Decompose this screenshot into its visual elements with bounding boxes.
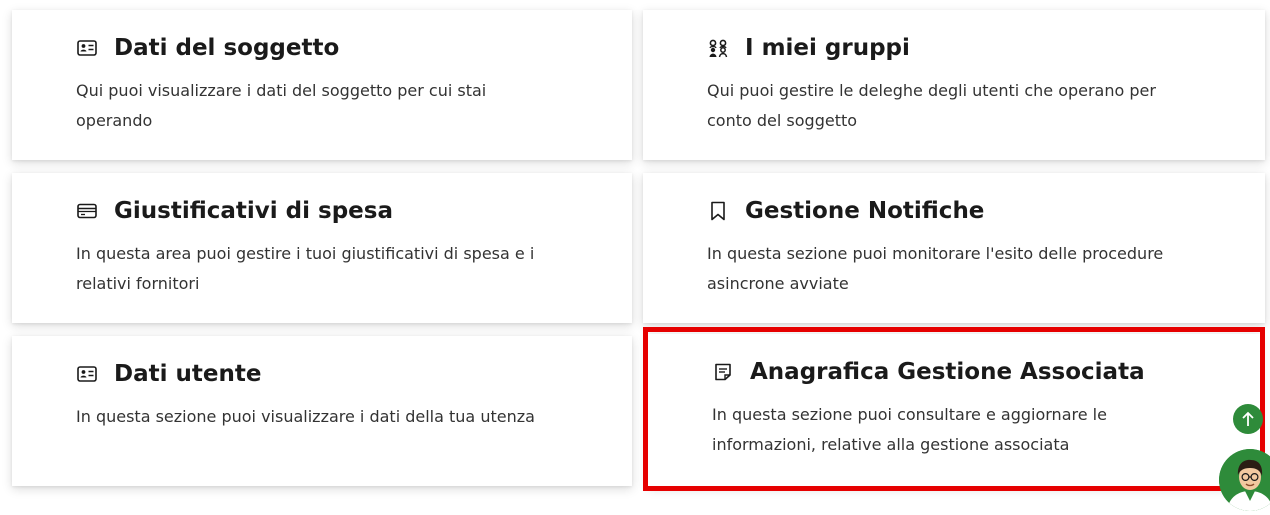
id-card-icon bbox=[76, 363, 98, 385]
group-icon bbox=[707, 37, 729, 59]
card-title-anagrafica-gestione-associata: Anagrafica Gestione Associata bbox=[750, 359, 1145, 385]
scroll-top-button[interactable] bbox=[1233, 404, 1263, 434]
card-description-anagrafica-gestione-associata: In questa sezione puoi consultare e aggi… bbox=[712, 405, 1107, 454]
card-miei-gruppi[interactable]: I miei gruppi Qui puoi gestire le delegh… bbox=[643, 10, 1265, 160]
assistant-avatar-icon bbox=[1219, 449, 1270, 511]
card-dati-utente[interactable]: Dati utente In questa sezione puoi visua… bbox=[12, 336, 632, 486]
card-dati-soggetto[interactable]: Dati del soggetto Qui puoi visualizzare … bbox=[12, 10, 632, 160]
card-title-miei-gruppi: I miei gruppi bbox=[745, 35, 910, 61]
card-description-miei-gruppi: Qui puoi gestire le deleghe degli utenti… bbox=[707, 81, 1156, 130]
card-description-dati-utente: In questa sezione puoi visualizzare i da… bbox=[76, 407, 535, 426]
card-description-giustificativi-spesa: In questa area puoi gestire i tuoi giust… bbox=[76, 244, 535, 293]
card-description-gestione-notifiche: In questa sezione puoi monitorare l'esit… bbox=[707, 244, 1164, 293]
card-giustificativi-spesa[interactable]: Giustificativi di spesa In questa area p… bbox=[12, 173, 632, 323]
card-gestione-notifiche[interactable]: Gestione Notifiche In questa sezione puo… bbox=[643, 173, 1265, 323]
id-card-icon bbox=[76, 37, 98, 59]
note-icon bbox=[712, 361, 734, 383]
arrow-up-icon bbox=[1241, 411, 1255, 427]
credit-card-icon bbox=[76, 200, 98, 222]
card-title-gestione-notifiche: Gestione Notifiche bbox=[745, 198, 985, 224]
card-description-dati-soggetto: Qui puoi visualizzare i dati del soggett… bbox=[76, 81, 487, 130]
bookmark-icon bbox=[707, 200, 729, 222]
card-title-giustificativi-spesa: Giustificativi di spesa bbox=[114, 198, 393, 224]
card-title-dati-utente: Dati utente bbox=[114, 361, 262, 387]
card-title-dati-soggetto: Dati del soggetto bbox=[114, 35, 340, 61]
card-anagrafica-gestione-associata[interactable]: Anagrafica Gestione Associata In questa … bbox=[648, 334, 1260, 486]
assistant-button[interactable] bbox=[1219, 449, 1270, 511]
